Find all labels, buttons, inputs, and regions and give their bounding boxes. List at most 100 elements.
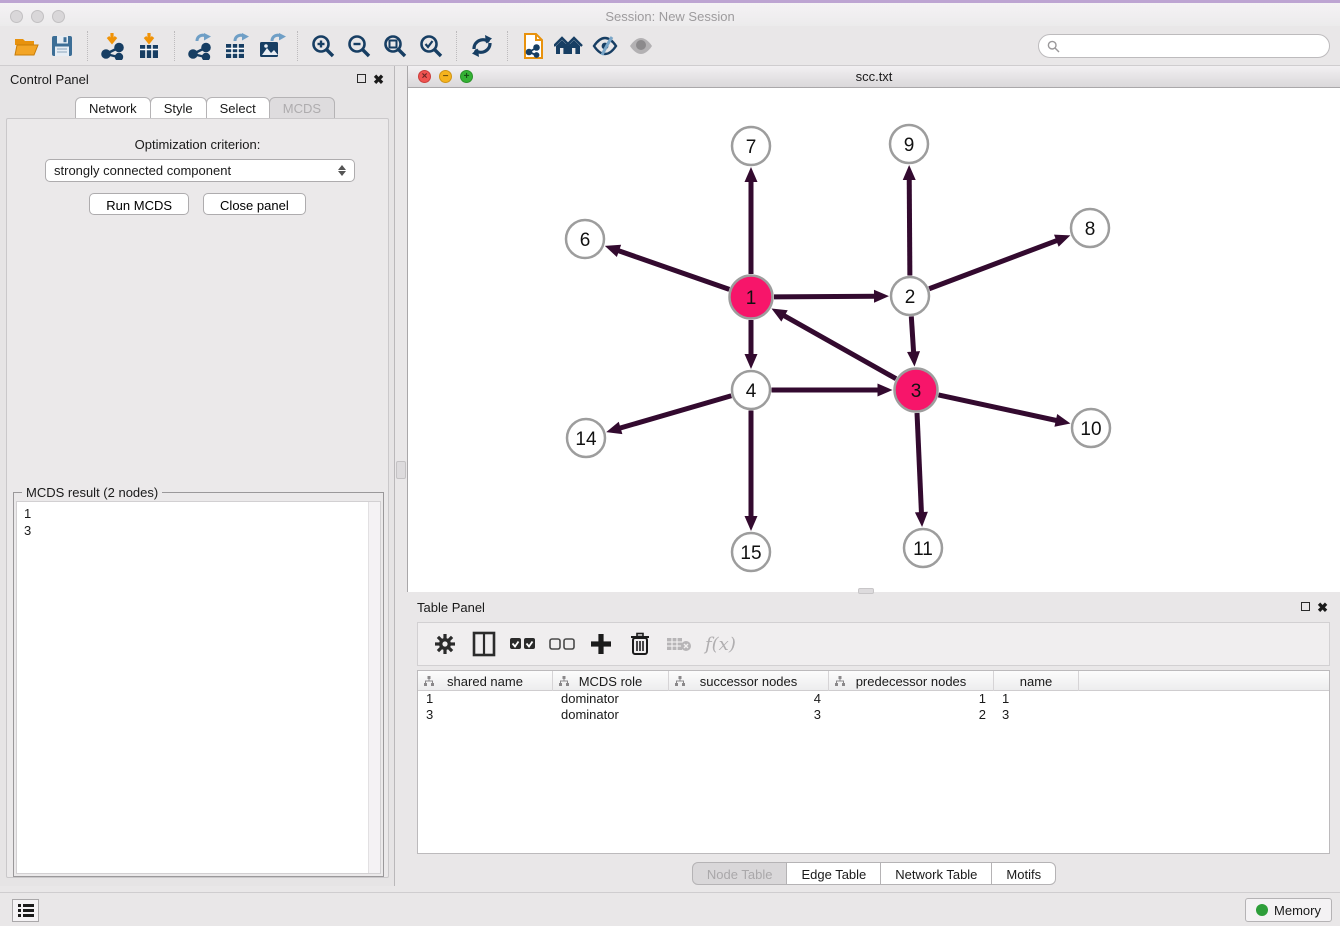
network-view-titlebar[interactable]: × − + scc.txt: [408, 66, 1340, 88]
graph-edge-2-8[interactable]: [929, 240, 1059, 289]
table-cell: 1: [994, 691, 1079, 707]
main-toolbar: [0, 26, 1340, 66]
graph-edge-2-3[interactable]: [911, 316, 913, 354]
app-titlebar: Session: New Session: [0, 0, 1340, 26]
clone-network-icon[interactable]: [515, 30, 551, 62]
export-image-icon[interactable]: [254, 30, 290, 62]
graph-edge-1-6[interactable]: [616, 250, 729, 290]
apply-layout-icon[interactable]: [464, 30, 500, 62]
tab-mcds[interactable]: MCDS: [269, 97, 335, 119]
graph-node-label-1: 1: [746, 288, 757, 309]
graph-edge-2-9[interactable]: [909, 177, 910, 276]
optimization-criterion-select[interactable]: strongly connected component: [45, 159, 355, 182]
graph-node-label-9: 9: [904, 135, 915, 156]
network-graph: 7968124314101511: [408, 88, 1340, 592]
dropdown-stepper-icon: [338, 165, 346, 176]
close-panel-icon[interactable]: ✖: [373, 75, 384, 84]
select-all-rows-icon[interactable]: [508, 629, 538, 659]
column-type-icon: [835, 676, 845, 686]
mcds-result-list: 1 3: [16, 501, 381, 874]
search-field[interactable]: [1038, 34, 1330, 58]
search-input[interactable]: [1060, 36, 1329, 56]
add-column-icon[interactable]: [586, 629, 616, 659]
zoom-selected-icon[interactable]: [413, 30, 449, 62]
float-table-panel-icon[interactable]: [1301, 602, 1310, 611]
graph-node-label-6: 6: [580, 230, 591, 251]
network-canvas[interactable]: 7968124314101511: [408, 88, 1340, 592]
graph-node-label-7: 7: [746, 137, 757, 158]
graph-edge-arrow-3-10: [1054, 414, 1070, 427]
status-bar: Memory: [0, 892, 1340, 926]
graph-edge-arrow-1-2: [874, 290, 889, 303]
tab-select[interactable]: Select: [206, 97, 270, 119]
network-view-window: × − + scc.txt 7968124314101511: [407, 66, 1340, 592]
import-network-icon[interactable]: [95, 30, 131, 62]
zoom-fit-icon[interactable]: [377, 30, 413, 62]
graph-edge-3-11[interactable]: [917, 413, 922, 515]
zoom-in-icon[interactable]: [305, 30, 341, 62]
search-icon: [1047, 40, 1060, 53]
close-table-panel-icon[interactable]: ✖: [1317, 603, 1328, 612]
export-network-icon[interactable]: [182, 30, 218, 62]
graph-edge-1-2[interactable]: [774, 296, 877, 297]
network-overview-icon[interactable]: [551, 30, 587, 62]
float-panel-icon[interactable]: [357, 74, 366, 83]
column-selector-icon[interactable]: [469, 629, 499, 659]
hide-graphics-details-icon[interactable]: [587, 30, 623, 62]
memory-button[interactable]: Memory: [1245, 898, 1332, 922]
list-icon: [18, 904, 34, 917]
column-header-successor-nodes[interactable]: successor nodes: [669, 671, 829, 691]
open-session-icon[interactable]: [8, 30, 44, 62]
mcds-tab-content: Optimization criterion: strongly connect…: [6, 118, 389, 878]
column-header-label: MCDS role: [579, 674, 643, 689]
save-session-icon[interactable]: [44, 30, 80, 62]
tab-network[interactable]: Network: [75, 97, 151, 119]
graph-node-label-15: 15: [740, 543, 761, 564]
task-history-button[interactable]: [12, 899, 39, 922]
column-type-icon: [424, 676, 434, 686]
table-settings-gear-icon[interactable]: [430, 629, 460, 659]
graph-edge-arrow-1-7: [745, 167, 758, 182]
tab-motifs[interactable]: Motifs: [991, 862, 1056, 885]
delete-table-icon[interactable]: [664, 629, 694, 659]
deselect-all-rows-icon[interactable]: [547, 629, 577, 659]
table-row[interactable]: 1dominator411: [418, 691, 1329, 707]
horizontal-splitter-grip[interactable]: [858, 588, 874, 594]
table-header-row: shared name MCDS role successor nodes prede…: [418, 671, 1329, 691]
table-panel-title: Table Panel: [417, 600, 485, 615]
mcds-result-title: MCDS result (2 nodes): [22, 485, 162, 500]
column-header-label: name: [1020, 674, 1053, 689]
control-panel: Control Panel ✖ Network Style Select MCD…: [0, 66, 395, 886]
graph-edge-3-10[interactable]: [938, 395, 1058, 421]
tab-node-table[interactable]: Node Table: [692, 862, 788, 885]
show-graphics-details-icon[interactable]: [623, 30, 659, 62]
close-panel-button[interactable]: Close panel: [203, 193, 306, 215]
result-scrollbar[interactable]: [368, 502, 380, 873]
memory-label: Memory: [1274, 903, 1321, 918]
column-header-predecessor-nodes[interactable]: predecessor nodes: [829, 671, 994, 691]
table-cell: 2: [829, 707, 994, 723]
column-header-label: shared name: [447, 674, 523, 689]
column-header-shared-name[interactable]: shared name: [418, 671, 553, 691]
column-header-MCDS-role[interactable]: MCDS role: [553, 671, 669, 691]
zoom-out-icon[interactable]: [341, 30, 377, 62]
delete-column-icon[interactable]: [625, 629, 655, 659]
graph-edge-3-1[interactable]: [782, 314, 896, 378]
table-panel: Table Panel ✖ f(x): [407, 596, 1340, 892]
column-header-label: predecessor nodes: [856, 674, 967, 689]
table-row[interactable]: 3dominator323: [418, 707, 1329, 723]
vertical-splitter-grip[interactable]: [396, 461, 406, 479]
run-mcds-button[interactable]: Run MCDS: [89, 193, 189, 215]
column-header-name[interactable]: name: [994, 671, 1079, 691]
control-panel-tabs: Network Style Select MCDS: [75, 97, 334, 119]
tab-edge-table[interactable]: Edge Table: [786, 862, 881, 885]
function-builder-icon[interactable]: f(x): [705, 634, 736, 655]
export-table-icon[interactable]: [218, 30, 254, 62]
tab-network-table[interactable]: Network Table: [880, 862, 992, 885]
table-body: 1dominator4113dominator323: [418, 691, 1329, 723]
graph-node-label-11: 11: [913, 539, 933, 560]
graph-edge-4-14[interactable]: [618, 396, 732, 429]
table-cell: 3: [418, 707, 553, 723]
tab-style[interactable]: Style: [150, 97, 207, 119]
import-table-icon[interactable]: [131, 30, 167, 62]
